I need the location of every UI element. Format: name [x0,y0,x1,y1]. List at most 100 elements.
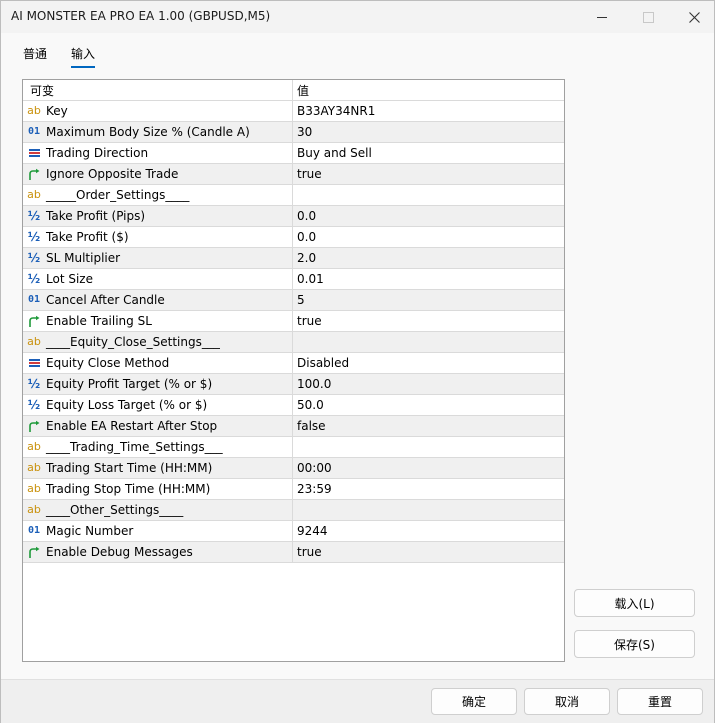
param-value-cell[interactable]: 23:59 [293,479,564,499]
param-value-cell[interactable]: 0.0 [293,227,564,247]
table-row[interactable]: ab _____Order_Settings____ [23,185,564,206]
table-row[interactable]: Trading Direction Buy and Sell [23,143,564,164]
ok-button[interactable]: 确定 [431,688,517,715]
param-name: Take Profit (Pips) [46,209,146,223]
table-row[interactable]: ab ____Trading_Time_Settings___ [23,437,564,458]
table-row[interactable]: ½ SL Multiplier 2.0 [23,248,564,269]
save-button[interactable]: 保存(S) [574,630,695,658]
param-value-cell[interactable]: 5 [293,290,564,310]
param-value-cell[interactable]: B33AY34NR1 [293,101,564,121]
param-value-cell[interactable]: 0.01 [293,269,564,289]
table-row[interactable]: ½ Equity Loss Target (% or $) 50.0 [23,395,564,416]
param-value: 30 [297,125,313,139]
param-name-cell: ½ Take Profit (Pips) [23,206,293,226]
param-name: Equity Loss Target (% or $) [46,398,208,412]
param-value-cell[interactable]: 50.0 [293,395,564,415]
table-row[interactable]: ab ____Other_Settings____ [23,500,564,521]
param-value: true [297,545,322,559]
double-half-icon: ½ [27,377,41,391]
table-row[interactable]: 01 Magic Number 9244 [23,521,564,542]
param-value-cell[interactable]: true [293,311,564,331]
table-row[interactable]: ½ Take Profit (Pips) 0.0 [23,206,564,227]
table-row[interactable]: Ignore Opposite Trade true [23,164,564,185]
integer-01-icon: 01 [27,525,41,536]
double-half-icon: ½ [27,251,41,265]
param-value-cell[interactable] [293,185,564,205]
param-value: true [297,167,322,181]
load-button[interactable]: 载入(L) [574,589,695,617]
table-row[interactable]: Equity Close Method Disabled [23,353,564,374]
param-value: 0.01 [297,272,324,286]
param-name-cell: Enable Trailing SL [23,311,293,331]
title-bar[interactable]: AI MONSTER EA PRO EA 1.00 (GBPUSD,M5) [1,1,714,33]
header-name-cell: 可变 [23,80,293,100]
param-name: _____Order_Settings____ [46,188,190,202]
param-name-cell: 01 Maximum Body Size % (Candle A) [23,122,293,142]
table-row[interactable]: 01 Maximum Body Size % (Candle A) 30 [23,122,564,143]
param-value: 0.0 [297,230,317,244]
param-value: Disabled [297,356,350,370]
tab-general[interactable]: 普通 [23,45,47,66]
table-row[interactable]: Enable Debug Messages true [23,542,564,563]
double-half-icon: ½ [27,272,41,286]
param-name-cell: ab Trading Stop Time (HH:MM) [23,479,293,499]
param-value-cell[interactable]: 2.0 [293,248,564,268]
reset-button[interactable]: 重置 [617,688,703,715]
table-row[interactable]: ab ____Equity_Close_Settings___ [23,332,564,353]
table-row[interactable]: ½ Lot Size 0.01 [23,269,564,290]
param-value-cell[interactable]: false [293,416,564,436]
param-name: Magic Number [46,524,134,538]
param-value-cell[interactable]: 30 [293,122,564,142]
param-name: Take Profit ($) [46,230,129,244]
table-row[interactable]: Enable Trailing SL true [23,311,564,332]
param-value-cell[interactable]: 100.0 [293,374,564,394]
param-value-cell[interactable]: Disabled [293,353,564,373]
param-value-cell[interactable] [293,500,564,520]
dialog-footer: 确定 取消 重置 [1,679,714,723]
param-value: 9244 [297,524,328,538]
param-name-cell: Enable EA Restart After Stop [23,416,293,436]
param-value-cell[interactable]: true [293,542,564,562]
param-name-cell: ½ SL Multiplier [23,248,293,268]
param-value: B33AY34NR1 [297,104,376,118]
minimize-button[interactable] [579,1,625,33]
param-value-cell[interactable] [293,332,564,352]
param-value-cell[interactable]: 00:00 [293,458,564,478]
header-name-label: 可变 [30,83,55,98]
param-value-cell[interactable]: 0.0 [293,206,564,226]
table-row[interactable]: ½ Equity Profit Target (% or $) 100.0 [23,374,564,395]
table-row[interactable]: Enable EA Restart After Stop false [23,416,564,437]
param-name: ____Other_Settings____ [46,503,184,517]
close-button[interactable] [671,1,715,33]
param-name: Cancel After Candle [46,293,165,307]
tab-inputs[interactable]: 输入 [71,45,96,68]
param-value-cell[interactable]: Buy and Sell [293,143,564,163]
param-name-cell: ab ____Other_Settings____ [23,500,293,520]
grid-header: 可变 值 [23,80,564,101]
bool-arrow-icon [27,314,41,328]
dialog-content: 普通 输入 可变 值 ab Key B33AY34NR1 01 Maximum Body… [1,33,714,679]
table-row[interactable]: ½ Take Profit ($) 0.0 [23,227,564,248]
param-value: 2.0 [297,251,317,265]
table-row[interactable]: 01 Cancel After Candle 5 [23,290,564,311]
param-value-cell[interactable]: true [293,164,564,184]
table-row[interactable]: ab Trading Stop Time (HH:MM) 23:59 [23,479,564,500]
param-value-cell[interactable]: 9244 [293,521,564,541]
header-value-label: 值 [297,83,310,98]
param-name-cell: ab Key [23,101,293,121]
inputs-grid[interactable]: 可变 值 ab Key B33AY34NR1 01 Maximum Body Size … [22,79,565,662]
table-row[interactable]: ab Trading Start Time (HH:MM) 00:00 [23,458,564,479]
param-name: Trading Direction [46,146,149,160]
param-value-cell[interactable] [293,437,564,457]
param-name: Equity Profit Target (% or $) [46,377,213,391]
param-name-cell: 01 Cancel After Candle [23,290,293,310]
cancel-button[interactable]: 取消 [524,688,610,715]
param-name: SL Multiplier [46,251,121,265]
param-name: Trading Stop Time (HH:MM) [46,482,211,496]
param-name: ____Equity_Close_Settings___ [46,335,220,349]
string-ab-icon: ab [27,440,41,453]
enum-list-icon [27,356,41,370]
param-value: 0.0 [297,209,317,223]
bool-arrow-icon [27,419,41,433]
table-row[interactable]: ab Key B33AY34NR1 [23,101,564,122]
